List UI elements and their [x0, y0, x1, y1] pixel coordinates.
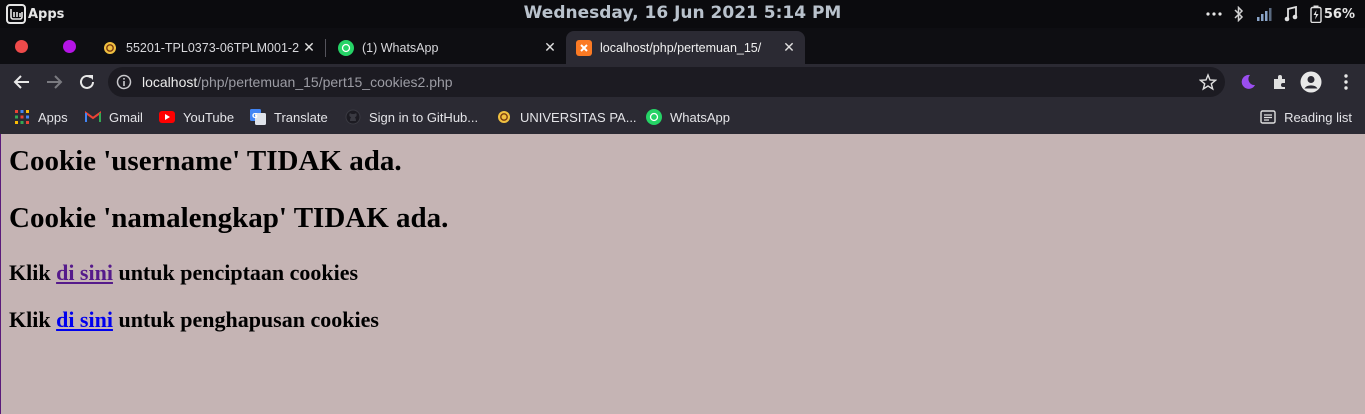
bluetooth-icon[interactable] [1234, 6, 1244, 22]
music-icon[interactable] [1284, 6, 1298, 22]
whatsapp-icon [338, 39, 354, 56]
bookmark-github[interactable]: Sign in to GitHub... [345, 107, 478, 127]
bookmark-universitas[interactable]: UNIVERSITAS PA... [496, 107, 637, 127]
signal-icon[interactable] [1256, 7, 1272, 21]
reading-list-button[interactable]: Reading list [1260, 107, 1352, 127]
bookmark-label: WhatsApp [670, 109, 730, 125]
close-icon[interactable]: ✕ [779, 38, 799, 58]
dark-mode-icon[interactable] [1237, 71, 1259, 93]
create-suffix: untuk penciptaan cookies [112, 260, 359, 285]
bookmark-label: Translate [274, 109, 328, 125]
tab-title: 55201-TPL0373-06TPLM001-2021 [126, 40, 299, 55]
delete-cookies-link[interactable]: di sini [56, 307, 113, 332]
browser-toolbar: localhost/php/pertemuan_15/pert15_cookie… [0, 64, 1365, 100]
tab-course[interactable]: 55201-TPL0373-06TPLM001-2021 ✕ [92, 31, 325, 64]
reload-button[interactable] [75, 70, 99, 94]
close-icon[interactable]: ✕ [299, 38, 319, 58]
create-cookies-line: Klik di sini untuk penciptaan cookies [9, 260, 358, 286]
system-clock[interactable]: Wednesday, 16 Jun 2021 5:14 PM [0, 3, 1365, 23]
create-prefix: Klik [9, 260, 57, 285]
url-path: /php/pertemuan_15/pert15_cookies2.php [197, 74, 453, 90]
address-bar[interactable]: localhost/php/pertemuan_15/pert15_cookie… [108, 67, 1225, 97]
bookmark-star-icon[interactable] [1198, 73, 1218, 91]
arrow-right-icon [47, 75, 63, 89]
bookmark-label: Gmail [109, 109, 143, 125]
profile-avatar[interactable] [1300, 71, 1322, 93]
svg-text:G: G [252, 112, 258, 120]
university-icon [102, 40, 118, 56]
tab-separator [325, 39, 326, 57]
tab-strip: 55201-TPL0373-06TPLM001-2021 ✕ (1) Whats… [0, 28, 1365, 84]
account-icon [1300, 71, 1322, 93]
youtube-icon [159, 109, 175, 125]
back-button[interactable] [10, 70, 34, 94]
forward-button[interactable] [42, 70, 66, 94]
translate-icon: G [250, 109, 266, 125]
university-icon [496, 109, 512, 125]
window-minimize-icon[interactable] [63, 40, 76, 53]
gmail-icon [85, 109, 101, 125]
bookmark-whatsapp[interactable]: WhatsApp [646, 107, 730, 127]
tab-title: (1) WhatsApp [362, 40, 439, 55]
bookmark-label: UNIVERSITAS PA... [520, 109, 637, 125]
tab-whatsapp[interactable]: (1) WhatsApp ✕ [328, 31, 566, 64]
heading-username-status: Cookie 'username' TIDAK ada. [9, 145, 402, 177]
whatsapp-icon [646, 109, 662, 125]
browser-menu-button[interactable] [1335, 71, 1357, 93]
system-apps-button[interactable]: Apps [6, 0, 64, 28]
tab-title: localhost/php/pertemuan_15/ [600, 40, 762, 55]
more-icon[interactable] [1206, 11, 1222, 17]
system-top-bar: Apps Wednesday, 16 Jun 2021 5:14 PM 56% [0, 0, 1365, 28]
arrow-left-icon [13, 75, 29, 89]
kebab-menu-icon [1344, 74, 1348, 90]
bookmark-label: Apps [38, 109, 68, 125]
system-tray: 56% [1206, 0, 1355, 28]
apps-grid-icon [14, 109, 30, 125]
close-icon[interactable]: ✕ [540, 38, 560, 58]
battery-indicator[interactable]: 56% [1310, 5, 1355, 23]
bookmark-youtube[interactable]: YouTube [159, 107, 234, 127]
delete-prefix: Klik [9, 307, 57, 332]
tab-localhost[interactable]: localhost/php/pertemuan_15/ ✕ [566, 31, 805, 64]
battery-percent: 56% [1323, 6, 1355, 22]
bookmark-gmail[interactable]: Gmail [85, 107, 143, 127]
delete-cookies-line: Klik di sini untuk penghapusan cookies [9, 307, 379, 333]
create-cookies-link[interactable]: di sini [56, 260, 113, 285]
page-content: Cookie 'username' TIDAK ada. Cookie 'nam… [0, 134, 1365, 414]
mint-logo-icon [6, 4, 26, 24]
bookmark-label: YouTube [183, 109, 235, 125]
bookmarks-bar: Apps Gmail YouTube G Translate Sign in t… [0, 100, 1365, 134]
delete-suffix: untuk penghapusan cookies [112, 307, 379, 332]
github-icon [345, 109, 361, 125]
bookmark-translate[interactable]: G Translate [250, 107, 328, 127]
info-icon[interactable] [116, 74, 132, 90]
reload-icon [80, 74, 94, 89]
window-close-icon[interactable] [15, 40, 28, 53]
reading-list-icon [1260, 109, 1276, 125]
xampp-icon [576, 39, 592, 56]
bookmark-apps[interactable]: Apps [14, 107, 68, 127]
heading-namalengkap-status: Cookie 'namalengkap' TIDAK ada. [9, 202, 449, 234]
bookmark-label: Sign in to GitHub... [369, 109, 479, 125]
address-url[interactable]: localhost/php/pertemuan_15/pert15_cookie… [142, 74, 453, 90]
extensions-icon[interactable] [1269, 71, 1291, 93]
battery-icon [1310, 5, 1322, 23]
system-apps-label: Apps [28, 6, 65, 22]
url-host: localhost [142, 74, 198, 90]
reading-list-label: Reading list [1284, 109, 1352, 125]
